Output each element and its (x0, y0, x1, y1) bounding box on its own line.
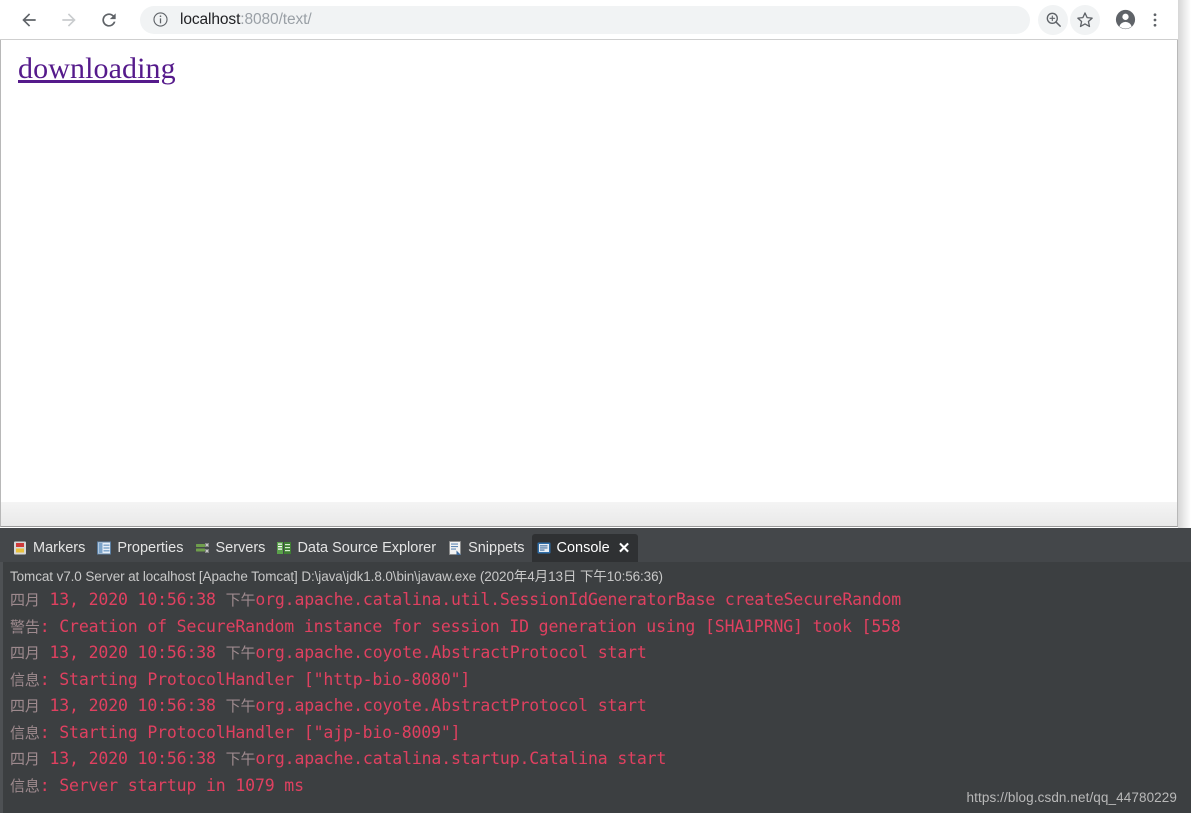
bookmark-star-icon[interactable] (1070, 4, 1100, 35)
data-source-explorer-icon (277, 542, 292, 554)
console-log-line: 警告: Creation of SecureRandom instance fo… (10, 614, 1191, 641)
arrow-left-icon (22, 12, 36, 27)
console-log-line: 四月 13, 2020 10:56:38 下午org.apache.catali… (10, 587, 1191, 614)
log-cjk-prefix: 四月 (10, 697, 40, 715)
back-button[interactable] (14, 5, 44, 35)
console-log-lines: 四月 13, 2020 10:56:38 下午org.apache.catali… (0, 587, 1191, 799)
snippets-icon (449, 541, 462, 555)
eclipse-bottom-panel: Markers Properties Servers Data Source E… (0, 528, 1191, 813)
console-output-area[interactable]: Tomcat v7.0 Server at localhost [Apache … (0, 562, 1191, 813)
log-message: : Server startup in 1079 ms (39, 775, 304, 795)
log-message: org.apache.coyote.AbstractProtocol start (255, 643, 647, 662)
tab-label: Properties (117, 540, 184, 556)
reload-icon (102, 12, 116, 27)
log-message: : Starting ProtocolHandler ["http-bio-80… (39, 669, 471, 689)
log-cjk-prefix: 信息 (10, 723, 40, 742)
console-process-header: Tomcat v7.0 Server at localhost [Apache … (10, 569, 663, 584)
address-bar[interactable]: localhost:8080/text/ (140, 5, 1030, 34)
markers-icon (14, 541, 26, 555)
log-cjk-prefix: 四月 (10, 750, 40, 768)
console-log-line: 信息: Starting ProtocolHandler ["ajp-bio-8… (10, 720, 1191, 747)
log-message: : Creation of SecureRandom instance for … (39, 616, 901, 636)
url-host: localhost (180, 10, 241, 28)
log-timestamp: 13, 2020 10:56:38 (39, 696, 226, 715)
forward-button[interactable] (54, 5, 84, 35)
address-bar-url: localhost:8080/text/ (180, 11, 312, 29)
tab-data-source-explorer[interactable]: Data Source Explorer (272, 534, 443, 562)
console-icon (537, 542, 550, 554)
console-log-line: 四月 13, 2020 10:56:38 下午org.apache.coyote… (10, 693, 1191, 720)
log-cjk-prefix: 警告 (10, 617, 40, 636)
log-timestamp: 13, 2020 10:56:38 (39, 590, 226, 609)
tab-label: Data Source Explorer (297, 540, 437, 556)
console-left-rule (0, 562, 3, 813)
log-message: org.apache.catalina.util.SessionIdGenera… (255, 590, 902, 609)
browser-menu-icon[interactable] (1140, 5, 1170, 35)
tab-label: Console (556, 540, 610, 556)
log-cjk-meridiem: 下午 (225, 697, 256, 715)
tab-console[interactable]: Console ✕ (531, 534, 639, 562)
console-log-line: 四月 13, 2020 10:56:38 下午org.apache.catali… (10, 746, 1191, 773)
tab-label: Snippets (468, 540, 525, 556)
tab-label: Markers (33, 540, 86, 556)
log-cjk-prefix: 信息 (10, 776, 40, 795)
log-timestamp: 13, 2020 10:56:38 (39, 643, 226, 662)
console-log-line: 信息: Starting ProtocolHandler ["http-bio-… (10, 667, 1191, 694)
browser-window: localhost:8080/text/ downloading (0, 0, 1178, 528)
log-cjk-meridiem: 下午 (225, 591, 256, 609)
log-message: org.apache.coyote.AbstractProtocol start (255, 696, 647, 715)
log-message: org.apache.catalina.startup.Catalina sta… (255, 749, 667, 768)
tab-properties[interactable]: Properties (92, 534, 190, 562)
console-log-line: 四月 13, 2020 10:56:38 下午org.apache.coyote… (10, 640, 1191, 667)
tab-markers[interactable]: Markers (8, 534, 92, 562)
tab-close-icon[interactable]: ✕ (618, 541, 631, 556)
zoom-indicator-icon[interactable] (1038, 4, 1068, 35)
info-circle-icon[interactable] (152, 11, 169, 28)
browser-bottom-strip (0, 502, 1178, 527)
log-timestamp: 13, 2020 10:56:38 (39, 749, 226, 768)
page-content-area: downloading (0, 40, 1178, 502)
view-tabbar: Markers Properties Servers Data Source E… (0, 528, 1191, 562)
profile-avatar-icon[interactable] (1110, 5, 1140, 35)
tab-snippets[interactable]: Snippets (443, 534, 531, 562)
tab-label: Servers (215, 540, 266, 556)
downloading-link[interactable]: downloading (18, 52, 176, 86)
log-cjk-meridiem: 下午 (225, 750, 256, 768)
arrow-right-icon (62, 12, 76, 27)
log-cjk-prefix: 四月 (10, 591, 40, 609)
log-cjk-prefix: 信息 (10, 670, 40, 689)
log-cjk-meridiem: 下午 (225, 644, 256, 662)
properties-icon (97, 541, 112, 555)
log-cjk-prefix: 四月 (10, 644, 40, 662)
servers-icon (196, 543, 210, 553)
reload-button[interactable] (94, 5, 124, 35)
tab-servers[interactable]: Servers (190, 534, 272, 562)
url-path: :8080/text/ (240, 10, 312, 28)
log-message: : Starting ProtocolHandler ["ajp-bio-800… (39, 722, 461, 742)
browser-window-shadow (1178, 0, 1191, 528)
watermark-text: https://blog.csdn.net/qq_44780229 (966, 790, 1177, 805)
browser-toolbar: localhost:8080/text/ (0, 0, 1178, 40)
